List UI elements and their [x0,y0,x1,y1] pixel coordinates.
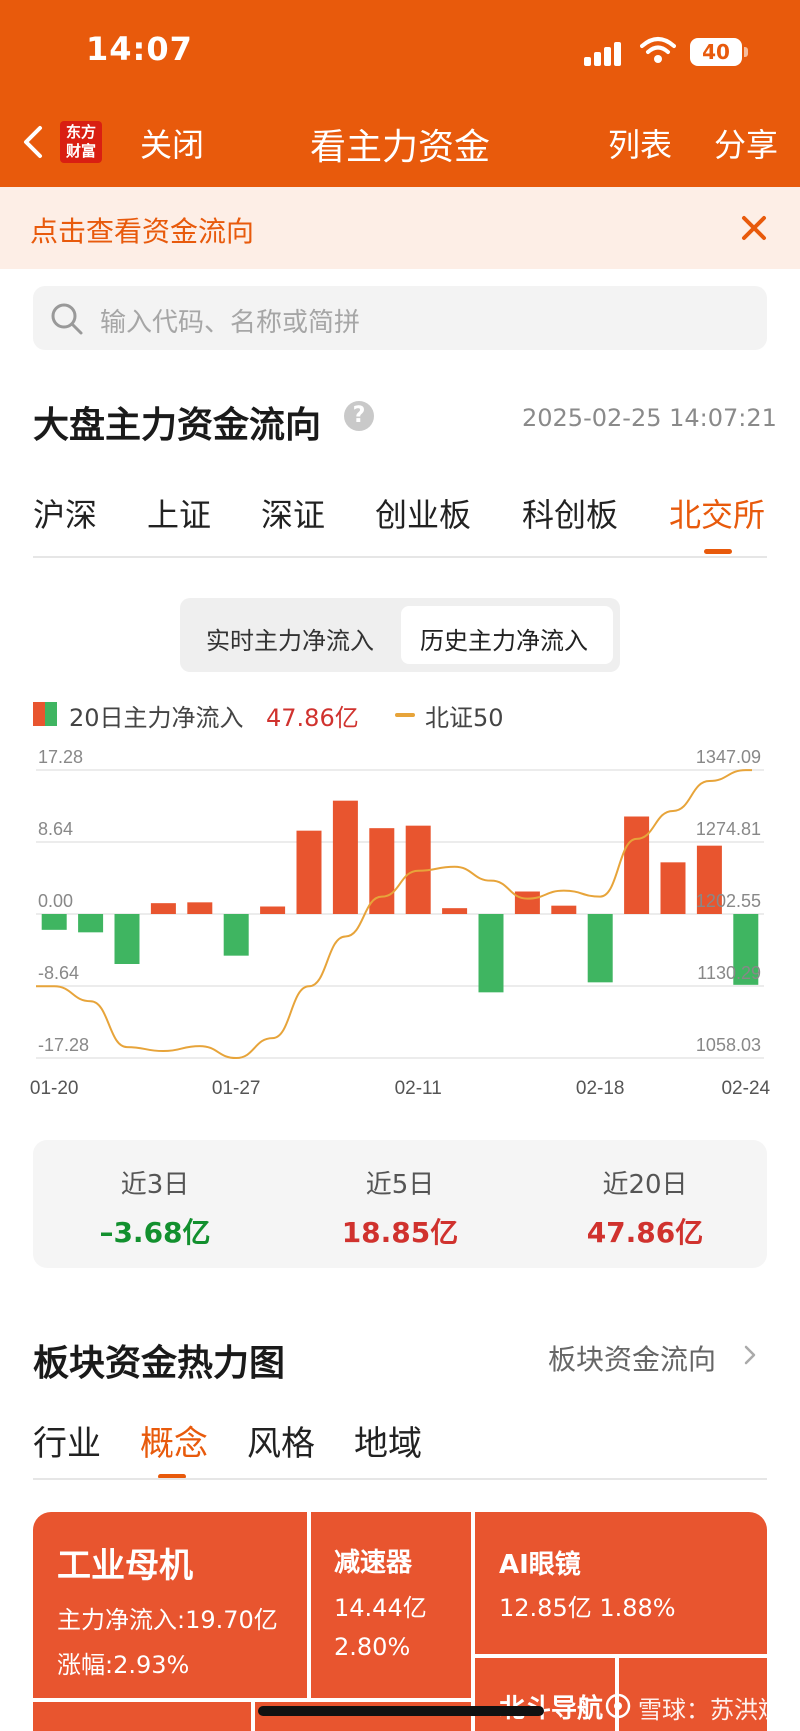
tab-shenzhen[interactable]: 深证 [261,490,325,536]
y-tick-label: 1058.03 [696,1035,761,1055]
divider [33,556,767,558]
page-title: 看主力资金 [309,127,490,168]
bar [587,914,613,983]
bar-legend-swatch [33,702,57,726]
y-tick-label: 1274.81 [696,819,761,839]
bar [478,914,504,993]
tile-netflow: 主力净流入:19.70亿 [57,1606,278,1634]
summary-label: 近20日 [602,1170,688,1200]
bar-legend-value: 47.86亿 [266,704,359,732]
heatmap-tile[interactable]: 工业母机 主力净流入:19.70亿 涨幅:2.93% [33,1512,307,1698]
tab-beijing[interactable]: 北交所 [669,490,765,536]
tab-star-market[interactable]: 科创板 [522,490,618,536]
bar-legend-label: 20日主力净流入 [69,704,244,732]
tile-netflow: 12.85亿 1.88% [499,1594,676,1622]
top-bar: 14:07 40 东方 财富 关闭 看主力资金 列表 分享 [0,0,800,187]
tile-name: 工业母机 [57,1546,193,1586]
tile-name: AI眼镜 [499,1550,581,1580]
bar [41,914,67,930]
heatmap-tile[interactable]: 北斗导航 [475,1658,615,1731]
section-title: 大盘主力资金流向 [33,405,322,446]
y-tick-label: 1202.55 [696,891,761,911]
bar [150,903,176,914]
summary-value: 18.85亿 [341,1216,459,1249]
summary-label: 近5日 [365,1170,435,1200]
line-legend-swatch [395,713,415,717]
wifi-icon [640,37,676,63]
y-tick-label: -17.28 [38,1035,89,1055]
divider [33,1478,767,1480]
chevron-right-icon[interactable] [742,1343,758,1367]
tab-industry[interactable]: 行业 [33,1416,101,1465]
segment-history[interactable]: 历史主力净流入 [420,621,588,656]
bar [78,914,104,933]
tab-chinext[interactable]: 创业板 [375,490,471,536]
bar [551,905,577,914]
y-tick-label: 1347.09 [696,747,761,767]
x-tick-label: 02-18 [576,1078,625,1099]
bar [114,914,140,964]
search-icon [51,303,83,335]
home-indicator [258,1706,544,1716]
bar [624,816,650,914]
summary-label: 近3日 [120,1170,190,1200]
summary-value: 47.86亿 [586,1216,704,1249]
y-tick-label: 17.28 [38,747,83,767]
bar [187,902,213,914]
close-icon[interactable] [738,212,770,244]
segment-realtime[interactable]: 实时主力净流入 [206,621,374,656]
summary-value: –3.68亿 [99,1216,211,1249]
y-tick-label: -8.64 [38,963,79,983]
sector-flow-link[interactable]: 板块资金流向 [548,1338,716,1378]
x-tick-label: 01-27 [212,1078,261,1099]
tile-change: 涨幅:2.93% [57,1651,190,1679]
bar [260,906,286,914]
status-time: 14:07 [86,30,193,68]
heatmap-tile[interactable]: 减速器 14.44亿 2.80% [311,1512,471,1698]
banner-text[interactable]: 点击查看资金流向 [30,210,254,250]
x-tick-label: 02-24 [721,1078,770,1099]
tile-name: 减速器 [334,1548,413,1578]
tile-change: 2.80% [334,1633,411,1661]
tab-style[interactable]: 风格 [247,1416,315,1465]
update-timestamp: 2025-02-25 14:07:21 [522,404,777,432]
bar [296,830,322,914]
battery-icon: 40 [690,38,748,66]
signal-icon [584,40,624,66]
summary-20d: 近20日 47.86亿 [535,1164,755,1251]
summary-3d: 近3日 –3.68亿 [45,1164,265,1251]
x-tick-label: 01-20 [30,1078,79,1099]
line-legend-label: 北证50 [425,704,504,732]
snowball-icon [605,1693,631,1719]
tab-hushen[interactable]: 沪深 [33,490,97,536]
help-icon[interactable]: ? [344,401,374,431]
search-placeholder: 输入代码、名称或简拼 [100,308,361,338]
watermark: 雪球：苏洪斌 [638,1696,782,1724]
heatmap-tile[interactable] [33,1702,251,1731]
bar [514,891,540,914]
bar [660,862,686,914]
tab-concept[interactable]: 概念 [140,1416,208,1465]
bar [442,908,468,914]
share-button[interactable]: 分享 [714,120,778,166]
tab-shanghai[interactable]: 上证 [147,490,211,536]
summary-5d: 近5日 18.85亿 [290,1164,510,1251]
chart-legend: 20日主力净流入 47.86亿 北证50 [33,698,773,732]
list-button[interactable]: 列表 [608,120,672,166]
heatmap-section-title: 板块资金热力图 [33,1343,286,1384]
x-tick-label: 02-11 [395,1078,442,1099]
y-tick-label: 1130.29 [697,963,761,983]
bar [332,800,358,914]
market-tabs: 沪深 上证 深证 创业板 科创板 北交所 [0,490,800,558]
heatmap-tile[interactable]: AI眼镜 12.85亿 1.88% [475,1512,767,1654]
bar [223,914,249,956]
active-tab-indicator [704,549,732,554]
tile-netflow: 14.44亿 [334,1594,427,1622]
y-tick-label: 8.64 [38,819,73,839]
y-tick-label: 0.00 [38,891,73,911]
tab-region[interactable]: 地域 [354,1416,422,1465]
flow-chart: 17.28 8.64 0.00 -8.64 -17.28 1347.09 1274.81 12… [30,747,771,1099]
